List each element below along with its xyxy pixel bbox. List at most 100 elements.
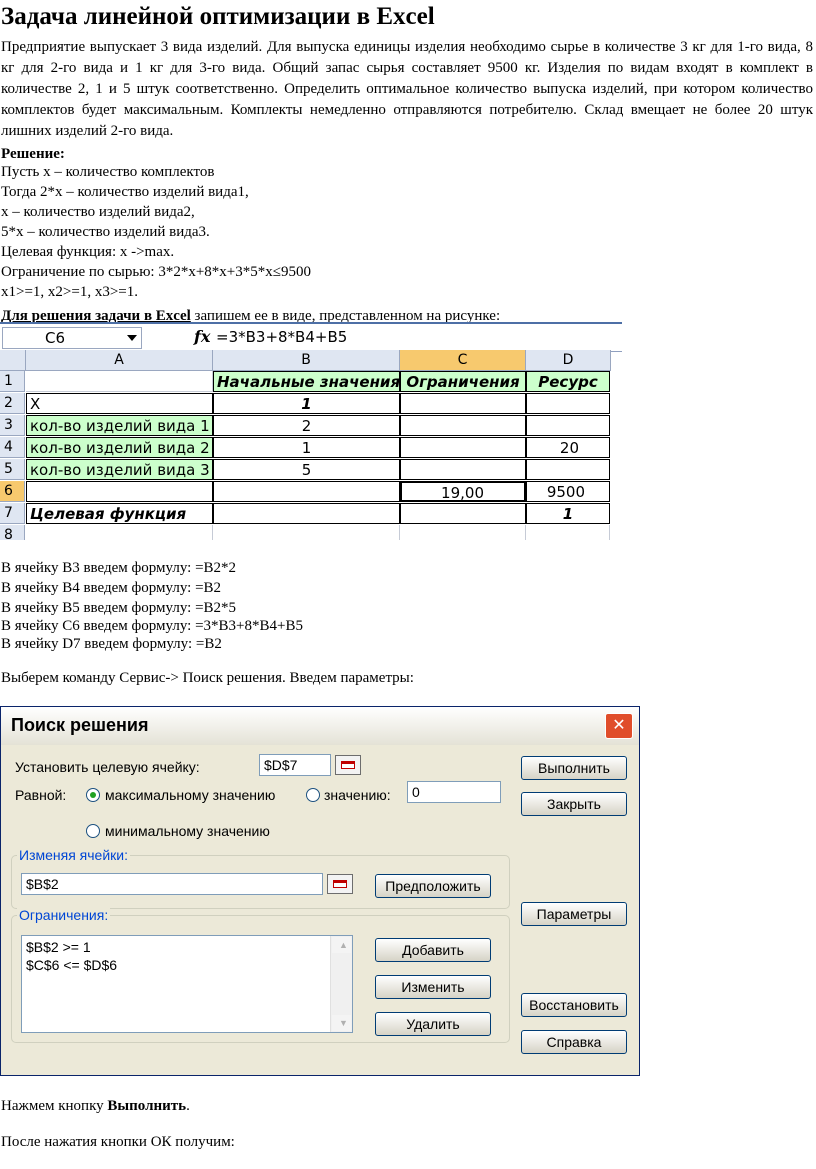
change-button[interactable]: Изменить xyxy=(375,975,491,999)
cell-a4[interactable]: кол-во изделий вида 2 xyxy=(26,437,213,458)
formula-input[interactable]: =3*B3+8*B4+B5 xyxy=(216,327,347,347)
solution-line: Тогда 2*х – количество изделий вида1, xyxy=(1,184,249,200)
value-input[interactable]: 0 xyxy=(407,781,501,803)
cell-b8[interactable] xyxy=(213,525,400,540)
cell-b6[interactable] xyxy=(213,481,400,502)
solution-line: x1>=1, x2>=1, x3>=1. xyxy=(1,284,139,300)
press-bold: Выполнить xyxy=(107,1098,187,1114)
cell-b7[interactable] xyxy=(213,503,400,524)
close-icon[interactable]: ✕ xyxy=(605,713,633,739)
radio-value[interactable] xyxy=(306,788,320,802)
row-header[interactable]: 7 xyxy=(0,503,25,524)
name-box[interactable]: C6 xyxy=(2,327,142,349)
row-header[interactable]: 1 xyxy=(0,371,25,392)
constraints-scrollbar[interactable]: ▲ ▼ xyxy=(330,936,352,1032)
delete-button[interactable]: Удалить xyxy=(375,1012,491,1036)
solution-line: Пусть х – количество комплектов xyxy=(1,164,215,180)
radio-min-label[interactable]: минимальному значению xyxy=(105,822,270,840)
select-all-corner[interactable] xyxy=(0,350,26,371)
formula-line: В ячейку B3 введем формулу: =B2*2 xyxy=(1,560,237,576)
cell-c2[interactable] xyxy=(400,393,526,414)
scroll-down-icon[interactable]: ▼ xyxy=(332,1015,351,1031)
column-header-b[interactable]: B xyxy=(213,350,400,371)
constraint-item[interactable]: $C$6 <= $D$6 xyxy=(22,956,352,974)
cell-a1[interactable] xyxy=(26,371,213,392)
cell-c1[interactable]: Ограничения xyxy=(400,371,526,392)
dialog-titlebar[interactable]: Поиск решения ✕ xyxy=(1,707,639,745)
formula-line: В ячейку D7 введем формулу: =B2 xyxy=(1,636,222,652)
radio-max-label[interactable]: максимальному значению xyxy=(105,786,275,804)
radio-min[interactable] xyxy=(86,824,100,838)
constraints-label: Ограничения: xyxy=(17,907,111,923)
cell-b3[interactable]: 2 xyxy=(213,415,400,436)
dialog-title: Поиск решения xyxy=(11,715,149,735)
cell-c7[interactable] xyxy=(400,503,526,524)
cell-d5[interactable] xyxy=(526,459,610,480)
column-header-a[interactable]: A xyxy=(26,350,213,371)
cell-a5[interactable]: кол-во изделий вида 3 xyxy=(26,459,213,480)
row-header[interactable]: 6 xyxy=(0,481,25,502)
close-button[interactable]: Закрыть xyxy=(521,792,627,816)
solver-intro: Выберем команду Сервис-> Поиск решения. … xyxy=(1,670,414,686)
column-header-d[interactable]: D xyxy=(526,350,611,371)
cell-a3[interactable]: кол-во изделий вида 1 xyxy=(26,415,213,436)
constraints-list[interactable]: $B$2 >= 1 $C$6 <= $D$6 ▲ ▼ xyxy=(21,935,353,1033)
cell-b2[interactable]: 1 xyxy=(213,393,400,414)
cell-a8[interactable] xyxy=(26,525,213,540)
solver-dialog: Поиск решения ✕ Установить целевую ячейк… xyxy=(0,706,640,1076)
target-cell-label: Установить целевую ячейку: xyxy=(15,759,200,775)
cell-a2[interactable]: X xyxy=(26,393,213,414)
cell-b1[interactable]: Начальные значения xyxy=(213,371,400,392)
page-title: Задача линейной оптимизации в Excel xyxy=(1,3,435,30)
press-instruction: Нажмем кнопку Выполнить. xyxy=(1,1096,190,1117)
press-prefix: Нажмем кнопку xyxy=(1,1098,108,1114)
cell-c4[interactable] xyxy=(400,437,526,458)
guess-button[interactable]: Предположить xyxy=(375,874,491,898)
cell-a7[interactable]: Целевая функция xyxy=(26,503,213,524)
cell-b4[interactable]: 1 xyxy=(213,437,400,458)
name-box-value: C6 xyxy=(45,329,66,347)
cell-picker-icon[interactable] xyxy=(327,874,353,894)
cell-d8[interactable] xyxy=(526,525,610,540)
cell-d3[interactable] xyxy=(526,415,610,436)
row-header[interactable]: 3 xyxy=(0,415,25,436)
help-button[interactable]: Справка xyxy=(521,1030,627,1054)
radio-max[interactable] xyxy=(86,788,100,802)
row-header[interactable]: 5 xyxy=(0,459,25,480)
chevron-down-icon[interactable] xyxy=(127,335,137,341)
cell-d2[interactable] xyxy=(526,393,610,414)
row-header[interactable]: 4 xyxy=(0,437,25,458)
solution-line: х – количество изделий вида2, xyxy=(1,204,195,220)
add-button[interactable]: Добавить xyxy=(375,938,491,962)
column-header-c[interactable]: C xyxy=(400,350,526,371)
options-button[interactable]: Параметры xyxy=(521,902,627,926)
problem-statement: Предприятие выпускает 3 вида изделий. Дл… xyxy=(1,39,813,139)
after-ok-line: После нажатия кнопки ОК получим: xyxy=(1,1134,235,1150)
cell-picker-icon[interactable] xyxy=(335,755,361,775)
scroll-up-icon[interactable]: ▲ xyxy=(332,937,351,953)
formula-bar: C6 fx =3*B3+8*B4+B5 xyxy=(0,322,622,352)
cell-d1[interactable]: Ресурс xyxy=(526,371,610,392)
cell-c5[interactable] xyxy=(400,459,526,480)
cell-d4[interactable]: 20 xyxy=(526,437,610,458)
fx-icon[interactable]: fx xyxy=(194,326,210,348)
excel-screenshot: C6 fx =3*B3+8*B4+B5 A B C D 1 2 3 4 5 6 … xyxy=(0,322,622,540)
solution-line: Ограничение по сырью: 3*2*х+8*х+3*5*х≤95… xyxy=(1,264,311,280)
press-suffix: . xyxy=(186,1098,190,1114)
changing-cells-input[interactable]: $B$2 xyxy=(21,873,323,895)
cell-a6[interactable] xyxy=(26,481,213,502)
cell-d7[interactable]: 1 xyxy=(526,503,610,524)
equal-label: Равной: xyxy=(15,787,67,803)
row-header[interactable]: 2 xyxy=(0,393,25,414)
cell-c8[interactable] xyxy=(400,525,526,540)
cell-d6[interactable]: 9500 xyxy=(526,481,610,502)
constraint-item[interactable]: $B$2 >= 1 xyxy=(22,938,352,956)
target-cell-input[interactable]: $D$7 xyxy=(259,754,331,776)
cell-c6[interactable]: 19,00 xyxy=(400,481,526,502)
radio-value-label[interactable]: значению: xyxy=(324,786,391,804)
restore-button[interactable]: Восстановить xyxy=(521,993,627,1017)
row-header[interactable]: 8 xyxy=(0,525,25,540)
cell-b5[interactable]: 5 xyxy=(213,459,400,480)
run-button[interactable]: Выполнить xyxy=(521,756,627,780)
cell-c3[interactable] xyxy=(400,415,526,436)
